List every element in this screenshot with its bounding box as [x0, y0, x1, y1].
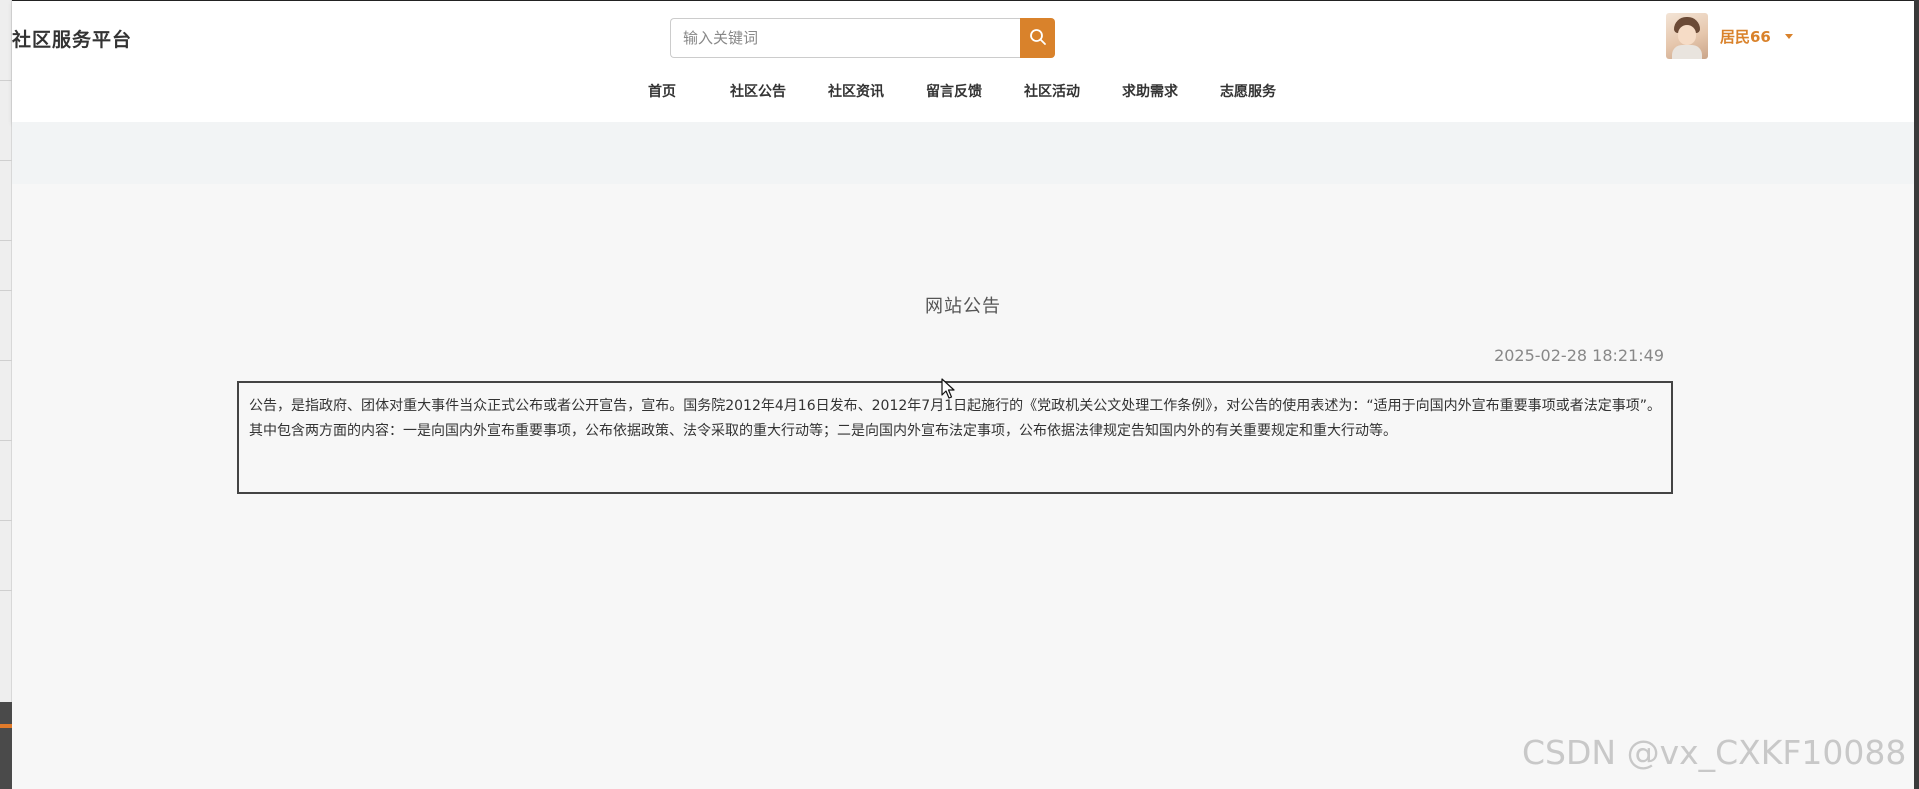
user-menu[interactable]: 居民66 [1666, 13, 1793, 59]
user-name[interactable]: 居民66 [1720, 26, 1771, 47]
notice-title: 网站公告 [925, 296, 1001, 317]
main-nav: 首页 社区公告 社区资讯 留言反馈 社区活动 求助需求 志愿服务 [12, 81, 1914, 103]
nav-item-community-news[interactable]: 社区资讯 [828, 81, 884, 101]
left-window-edge [0, 0, 12, 789]
search-bar [670, 18, 1065, 58]
notice-content: 公告，是指政府、团体对重大事件当众正式公布或者公开宣告，宣布。国务院2012年4… [237, 381, 1673, 494]
notice-timestamp: 2025-02-28 18:21:49 [1494, 346, 1664, 365]
site-title: 社区服务平台 [12, 29, 133, 51]
right-window-edge [1914, 0, 1919, 789]
nav-item-community-activity[interactable]: 社区活动 [1024, 81, 1080, 101]
mouse-pointer-icon [941, 378, 955, 404]
nav-item-home[interactable]: 首页 [648, 81, 676, 101]
nav-item-volunteer-service[interactable]: 志愿服务 [1220, 81, 1276, 101]
nav-item-community-notice[interactable]: 社区公告 [730, 81, 786, 101]
avatar[interactable] [1666, 13, 1708, 59]
banner-band [12, 122, 1914, 184]
nav-item-help-request[interactable]: 求助需求 [1122, 81, 1178, 101]
search-input[interactable] [670, 18, 1020, 58]
top-header: 社区服务平台 居民66 首页 社区公告 社区资讯 留言反馈 社区活动 求助需求 … [12, 0, 1914, 122]
nav-item-feedback[interactable]: 留言反馈 [926, 81, 982, 101]
watermark: CSDN @vx_CXKF10088 [1522, 733, 1907, 772]
search-button[interactable] [1020, 18, 1055, 58]
search-icon [1029, 28, 1047, 49]
caret-down-icon[interactable] [1784, 33, 1793, 39]
